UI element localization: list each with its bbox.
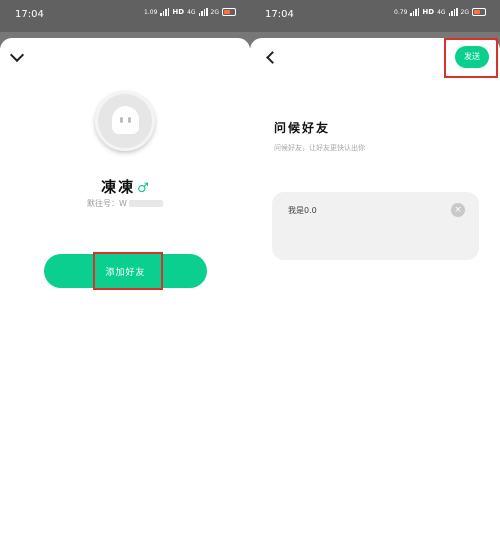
network-type-2: 2G <box>210 8 219 16</box>
user-id-prefix: 默往号：W <box>87 199 127 208</box>
signal-icon-2 <box>448 8 458 16</box>
hd-icon: HD <box>422 8 435 16</box>
profile-screen: 17:04 1.09 HD 4G 2G 凍凍 ♂ 默往号：W 添加好友 <box>0 0 250 543</box>
greet-subtitle: 问候好友，让好友更快认出你 <box>274 144 365 152</box>
battery-icon <box>472 8 486 16</box>
network-speed: 0.79 <box>394 8 408 16</box>
status-icons: 0.79 HD 4G 2G <box>394 8 486 16</box>
greet-message-field[interactable]: 我是0.0 × <box>272 192 479 260</box>
nickname-row: 凍凍 ♂ <box>0 176 250 197</box>
user-id-redacted <box>128 200 163 207</box>
ghost-avatar-icon <box>112 106 139 134</box>
status-time: 17:04 <box>265 9 294 20</box>
signal-icon <box>160 8 170 16</box>
network-type: 4G <box>437 8 446 16</box>
highlight-box-send <box>444 38 498 78</box>
battery-icon <box>222 8 236 16</box>
male-gender-icon: ♂ <box>137 181 149 196</box>
greet-screen: 17:04 0.79 HD 4G 2G 发送 问候好友 问候好友，让好友更快认出… <box>250 0 500 543</box>
signal-icon-2 <box>198 8 208 16</box>
network-type-2: 2G <box>460 8 469 16</box>
status-icons: 1.09 HD 4G 2G <box>144 8 236 16</box>
status-time: 17:04 <box>15 9 44 20</box>
status-bar: 17:04 0.79 HD 4G 2G <box>250 0 500 32</box>
clear-icon[interactable]: × <box>451 203 465 217</box>
avatar[interactable] <box>95 91 155 151</box>
greet-sheet <box>250 38 500 543</box>
greet-title: 问候好友 <box>274 121 331 135</box>
network-speed: 1.09 <box>144 8 158 16</box>
network-type: 4G <box>187 8 196 16</box>
hd-icon: HD <box>172 8 185 16</box>
highlight-box-add-friend <box>93 252 163 290</box>
greet-message-text[interactable]: 我是0.0 <box>288 205 317 216</box>
user-id: 默往号：W <box>0 198 250 209</box>
nickname: 凍凍 <box>101 178 136 196</box>
status-bar: 17:04 1.09 HD 4G 2G <box>0 0 250 32</box>
signal-icon <box>410 8 420 16</box>
